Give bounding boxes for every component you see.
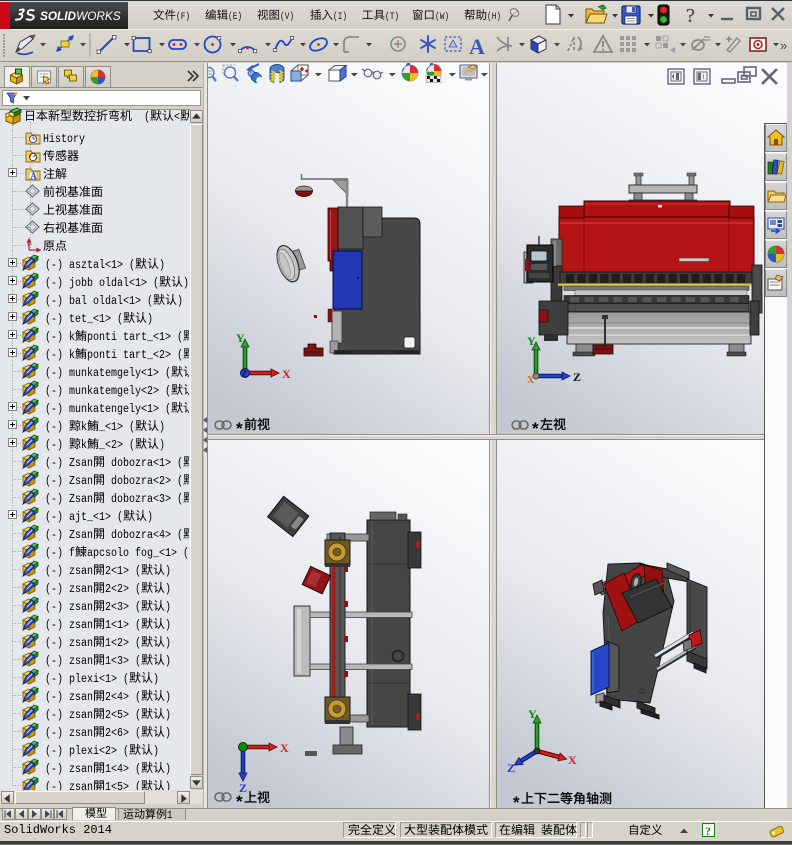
svg-text:): ) [165, 727, 171, 740]
svg-text:_<1> (: _<1> ( [98, 421, 135, 434]
svg-text:1<3> (: 1<3> ( [105, 655, 141, 668]
svg-text:(H): (H) [487, 11, 501, 23]
svg-text:k: k [81, 421, 87, 434]
svg-text:(-) Zsan: (-) Zsan [45, 457, 93, 470]
svg-text:(-) ajt_<1> (: (-) ajt_<1> ( [45, 511, 123, 524]
svg-text:2<4> (: 2<4> ( [105, 691, 141, 704]
svg-text:*: * [236, 792, 243, 811]
svg-text:(-) Zsan: (-) Zsan [45, 493, 93, 506]
svg-text:(-) munkatengely<1> (: (-) munkatengely<1> ( [45, 403, 171, 416]
svg-text:2<5> (: 2<5> ( [105, 709, 141, 722]
svg-text:): ) [165, 583, 171, 596]
svg-text:1<5> (: 1<5> ( [105, 781, 141, 794]
svg-text:(: ( [132, 111, 150, 124]
svg-text:(-) bal oldal<1> (: (-) bal oldal<1> ( [45, 295, 153, 308]
svg-text:_: _ [203, 111, 210, 124]
svg-text:2<6> (: 2<6> ( [105, 727, 141, 740]
svg-text:(-) zsan: (-) zsan [45, 763, 93, 776]
svg-text:): ) [165, 601, 171, 614]
svg-text:2<1> (: 2<1> ( [105, 565, 141, 578]
svg-text:): ) [165, 763, 171, 776]
svg-text:): ) [165, 709, 171, 722]
svg-text:(-) tet_<1> (: (-) tet_<1> ( [45, 313, 123, 326]
svg-text:): ) [165, 565, 171, 578]
svg-text:): ) [165, 691, 171, 704]
svg-text:2<2> (: 2<2> ( [105, 583, 141, 596]
svg-text:(-) zsan: (-) zsan [45, 583, 93, 596]
svg-text:): ) [177, 295, 183, 308]
svg-text:(-) zsan: (-) zsan [45, 691, 93, 704]
svg-text:*: * [236, 419, 243, 438]
svg-text:1<1> (: 1<1> ( [105, 619, 141, 632]
svg-text:(I): (I) [333, 11, 347, 23]
svg-text:dobozra<3> (: dobozra<3> ( [105, 493, 183, 506]
svg-text:_<2> (: _<2> ( [98, 439, 135, 452]
svg-text:(-) asztal<1> (: (-) asztal<1> ( [45, 259, 135, 272]
svg-text:(-) zsan: (-) zsan [45, 655, 93, 668]
svg-text:1: 1 [167, 810, 173, 822]
svg-text:apcsolo fog_<1> (: apcsolo fog_<1> ( [87, 547, 189, 560]
svg-text:(-) zsan: (-) zsan [45, 727, 93, 740]
svg-text:*: * [532, 419, 539, 438]
svg-text:<: < [174, 111, 180, 124]
svg-text:dobozra<4> (: dobozra<4> ( [105, 529, 183, 542]
svg-text:): ) [159, 259, 165, 272]
svg-text:(-) Zsan: (-) Zsan [45, 475, 93, 488]
svg-text:dobozra<1> (: dobozra<1> ( [105, 457, 183, 470]
svg-text:): ) [153, 673, 159, 686]
svg-text:(-) zsan: (-) zsan [45, 601, 93, 614]
svg-text:*: * [513, 793, 520, 812]
svg-text:(V): (V) [280, 11, 294, 23]
svg-text:(-) k: (-) k [45, 331, 75, 344]
svg-text:History: History [43, 133, 85, 146]
svg-text:): ) [153, 745, 159, 758]
svg-text:(T): (T) [385, 11, 399, 23]
svg-text:(-) zsan: (-) zsan [45, 619, 93, 632]
svg-text:(-) zsan: (-) zsan [45, 565, 93, 578]
svg-text:2<3> (: 2<3> ( [105, 601, 141, 614]
svg-text:(-) zsan: (-) zsan [45, 637, 93, 650]
svg-text:(-) zsan: (-) zsan [45, 781, 93, 794]
svg-text:1<4> (: 1<4> ( [105, 763, 141, 776]
svg-text:(F): (F) [176, 11, 190, 23]
svg-text:(-): (-) [45, 421, 69, 434]
svg-text:(E): (E) [228, 11, 242, 23]
svg-text:(-) munkatemgely<1> (: (-) munkatemgely<1> ( [45, 367, 171, 380]
svg-text:(-): (-) [45, 439, 69, 452]
svg-text:1<2> (: 1<2> ( [105, 637, 141, 650]
svg-text:): ) [159, 439, 165, 452]
svg-text:): ) [147, 313, 153, 326]
svg-text:): ) [165, 655, 171, 668]
svg-text:): ) [195, 367, 201, 380]
svg-text:): ) [195, 385, 201, 398]
svg-text:(-) plexi<2> (: (-) plexi<2> ( [45, 745, 129, 758]
svg-text:(-) plexi<1> (: (-) plexi<1> ( [45, 673, 129, 686]
svg-text:): ) [165, 781, 171, 794]
svg-text:k: k [81, 439, 87, 452]
svg-text:ponti tart_<1> (: ponti tart_<1> ( [87, 331, 183, 344]
svg-text:dobozra<2> (: dobozra<2> ( [105, 475, 183, 488]
svg-text:SolidWorks 2014: SolidWorks 2014 [4, 824, 112, 837]
svg-text:): ) [165, 619, 171, 632]
svg-text:(-) munkatemgely<2> (: (-) munkatemgely<2> ( [45, 385, 171, 398]
svg-text:(-) k: (-) k [45, 349, 75, 362]
svg-text:(-) zsan: (-) zsan [45, 709, 93, 722]
svg-text:): ) [165, 637, 171, 650]
svg-text:(-) f: (-) f [45, 547, 75, 560]
svg-text:(-) Zsan: (-) Zsan [45, 529, 93, 542]
svg-text:(W): (W) [435, 11, 449, 23]
svg-text:): ) [195, 403, 201, 416]
svg-text:): ) [147, 511, 153, 524]
svg-text:): ) [183, 277, 189, 290]
svg-text:): ) [159, 421, 165, 434]
svg-text:ponti tart_<2> (: ponti tart_<2> ( [87, 349, 183, 362]
svg-text:(-) jobb oldal<1> (: (-) jobb oldal<1> ( [45, 277, 159, 290]
